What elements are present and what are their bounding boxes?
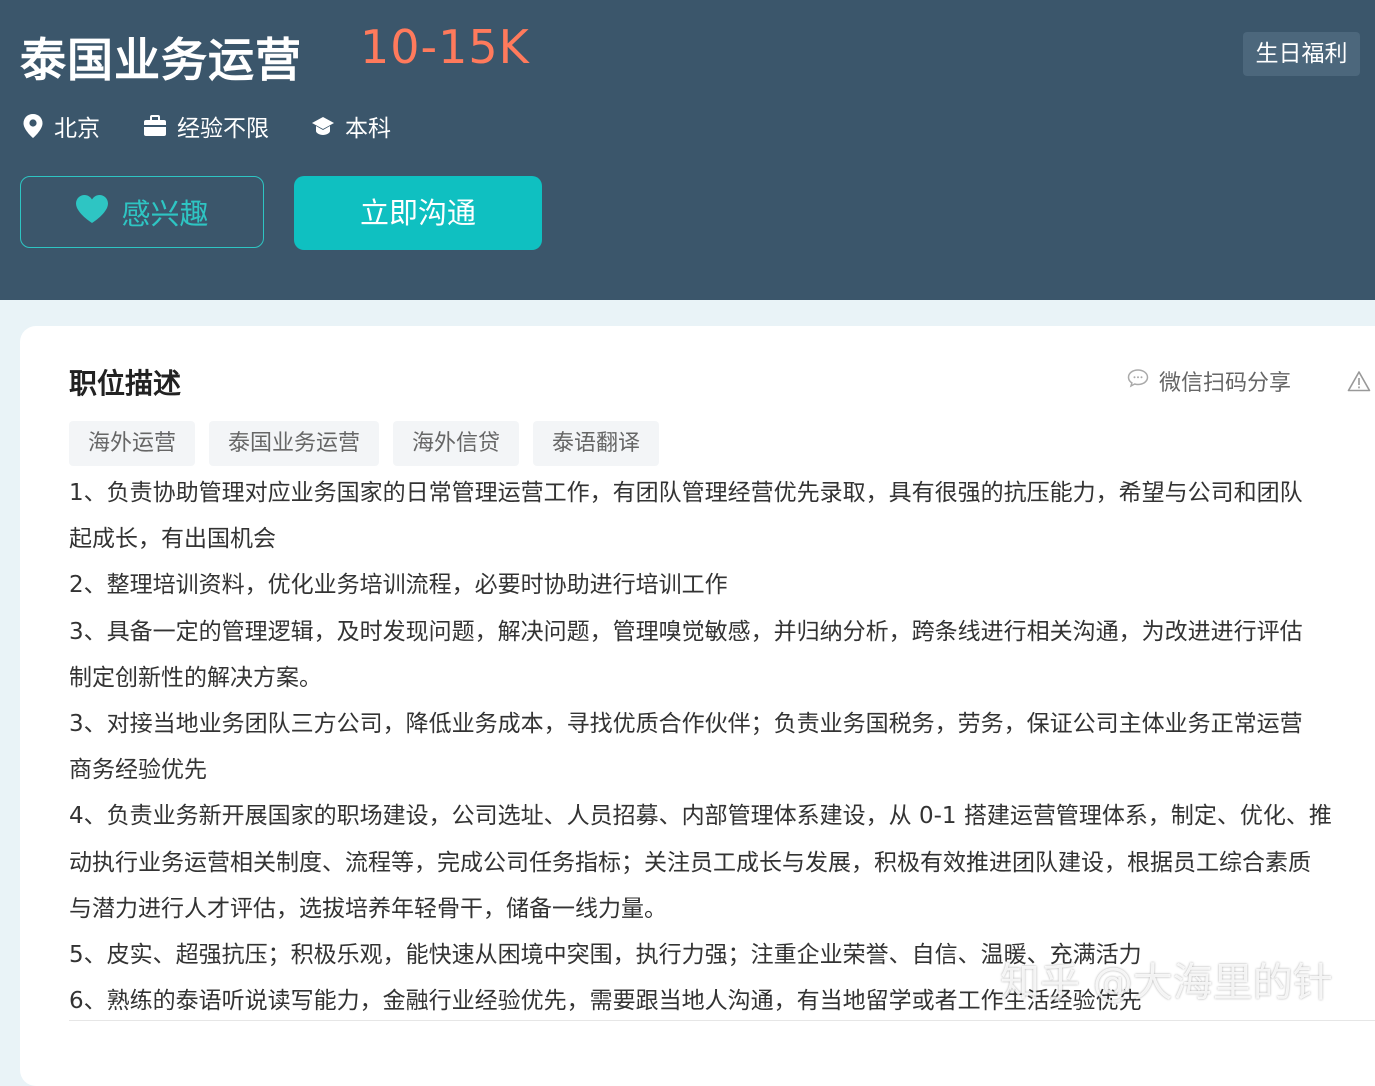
salary: 10-15K: [360, 20, 530, 74]
job-title: 泰国业务运营: [20, 33, 302, 87]
description-line: 3、具备一定的管理逻辑，及时发现问题，解决问题，管理嗅觉敏感，并归纳分析，跨条线…: [69, 618, 1303, 645]
description-line: 5、皮实、超强抗压；积极乐观，能快速从困境中突围，执行力强；注重企业荣誉、自信、…: [69, 941, 1142, 968]
interest-label: 感兴趣: [121, 197, 209, 231]
experience-text: 经验不限: [177, 116, 269, 142]
skill-tag[interactable]: 泰语翻译: [533, 421, 660, 466]
description-line: 2、整理培训资料，优化业务培训流程，必要时协助进行培训工作: [69, 572, 728, 599]
chat-bubble-icon: [1127, 368, 1149, 394]
description-line: 6、熟练的泰语听说读写能力，金融行业经验优先，需要跟当地人沟通，有当地留学或者工…: [69, 988, 1142, 1015]
job-header: 泰国业务运营 10-15K 生日福利 北京 经验不限 本科 感兴趣 立即沟通: [0, 0, 1375, 300]
briefcase-icon: [143, 115, 167, 137]
interest-button[interactable]: 感兴趣: [20, 176, 264, 248]
experience-info: 经验不限: [143, 110, 269, 142]
skill-tag[interactable]: 海外信贷: [393, 421, 520, 466]
chat-now-button[interactable]: 立即沟通: [294, 176, 542, 250]
description-line: 3、对接当地业务团队三方公司，降低业务成本，寻找优质合作伙伴；负责业务国税务，劳…: [69, 710, 1303, 737]
section-title: 职位描述: [69, 367, 182, 400]
heart-icon: [75, 194, 109, 231]
description-line: 动执行业务运营相关制度、流程等，完成公司任务指标；关注员工成长与发展，积极有效推…: [69, 849, 1311, 876]
description-line: 1、负责协助管理对应业务国家的日常管理运营工作，有团队管理经营优先录取，具有很强…: [69, 480, 1303, 506]
job-description-card: 职位描述 微信扫码分享 海外运营 泰国业务运营 海外信贷 泰语翻译 1、负责协助…: [20, 326, 1375, 1086]
education-info: 本科: [311, 110, 391, 142]
location-pin-icon: [22, 113, 44, 139]
warning-icon[interactable]: [1347, 370, 1371, 396]
description-line: 起成长，有出国机会: [69, 526, 276, 553]
skill-tag[interactable]: 海外运营: [69, 421, 196, 466]
description-line: 制定创新性的解决方案。: [69, 664, 322, 691]
wechat-share-link[interactable]: 微信扫码分享: [1127, 366, 1291, 396]
share-label: 微信扫码分享: [1159, 371, 1292, 396]
divider: [69, 1020, 1375, 1021]
benefit-tag: 生日福利: [1243, 32, 1360, 76]
skill-tags: 海外运营 泰国业务运营 海外信贷 泰语翻译: [69, 421, 660, 466]
job-description-text: 1、负责协助管理对应业务国家的日常管理运营工作，有团队管理经营优先录取，具有很强…: [69, 470, 1375, 1024]
description-line: 与潜力进行人才评估，选拔培养年轻骨干，储备一线力量。: [69, 895, 667, 922]
location-text: 北京: [54, 116, 100, 142]
location-info: 北京: [22, 110, 100, 142]
education-text: 本科: [345, 116, 391, 142]
description-line: 商务经验优先: [69, 757, 207, 784]
graduation-cap-icon: [311, 115, 335, 137]
skill-tag[interactable]: 泰国业务运营: [209, 421, 380, 466]
description-line: 4、负责业务新开展国家的职场建设，公司选址、人员招募、内部管理体系建设，从 0-…: [69, 803, 1332, 830]
